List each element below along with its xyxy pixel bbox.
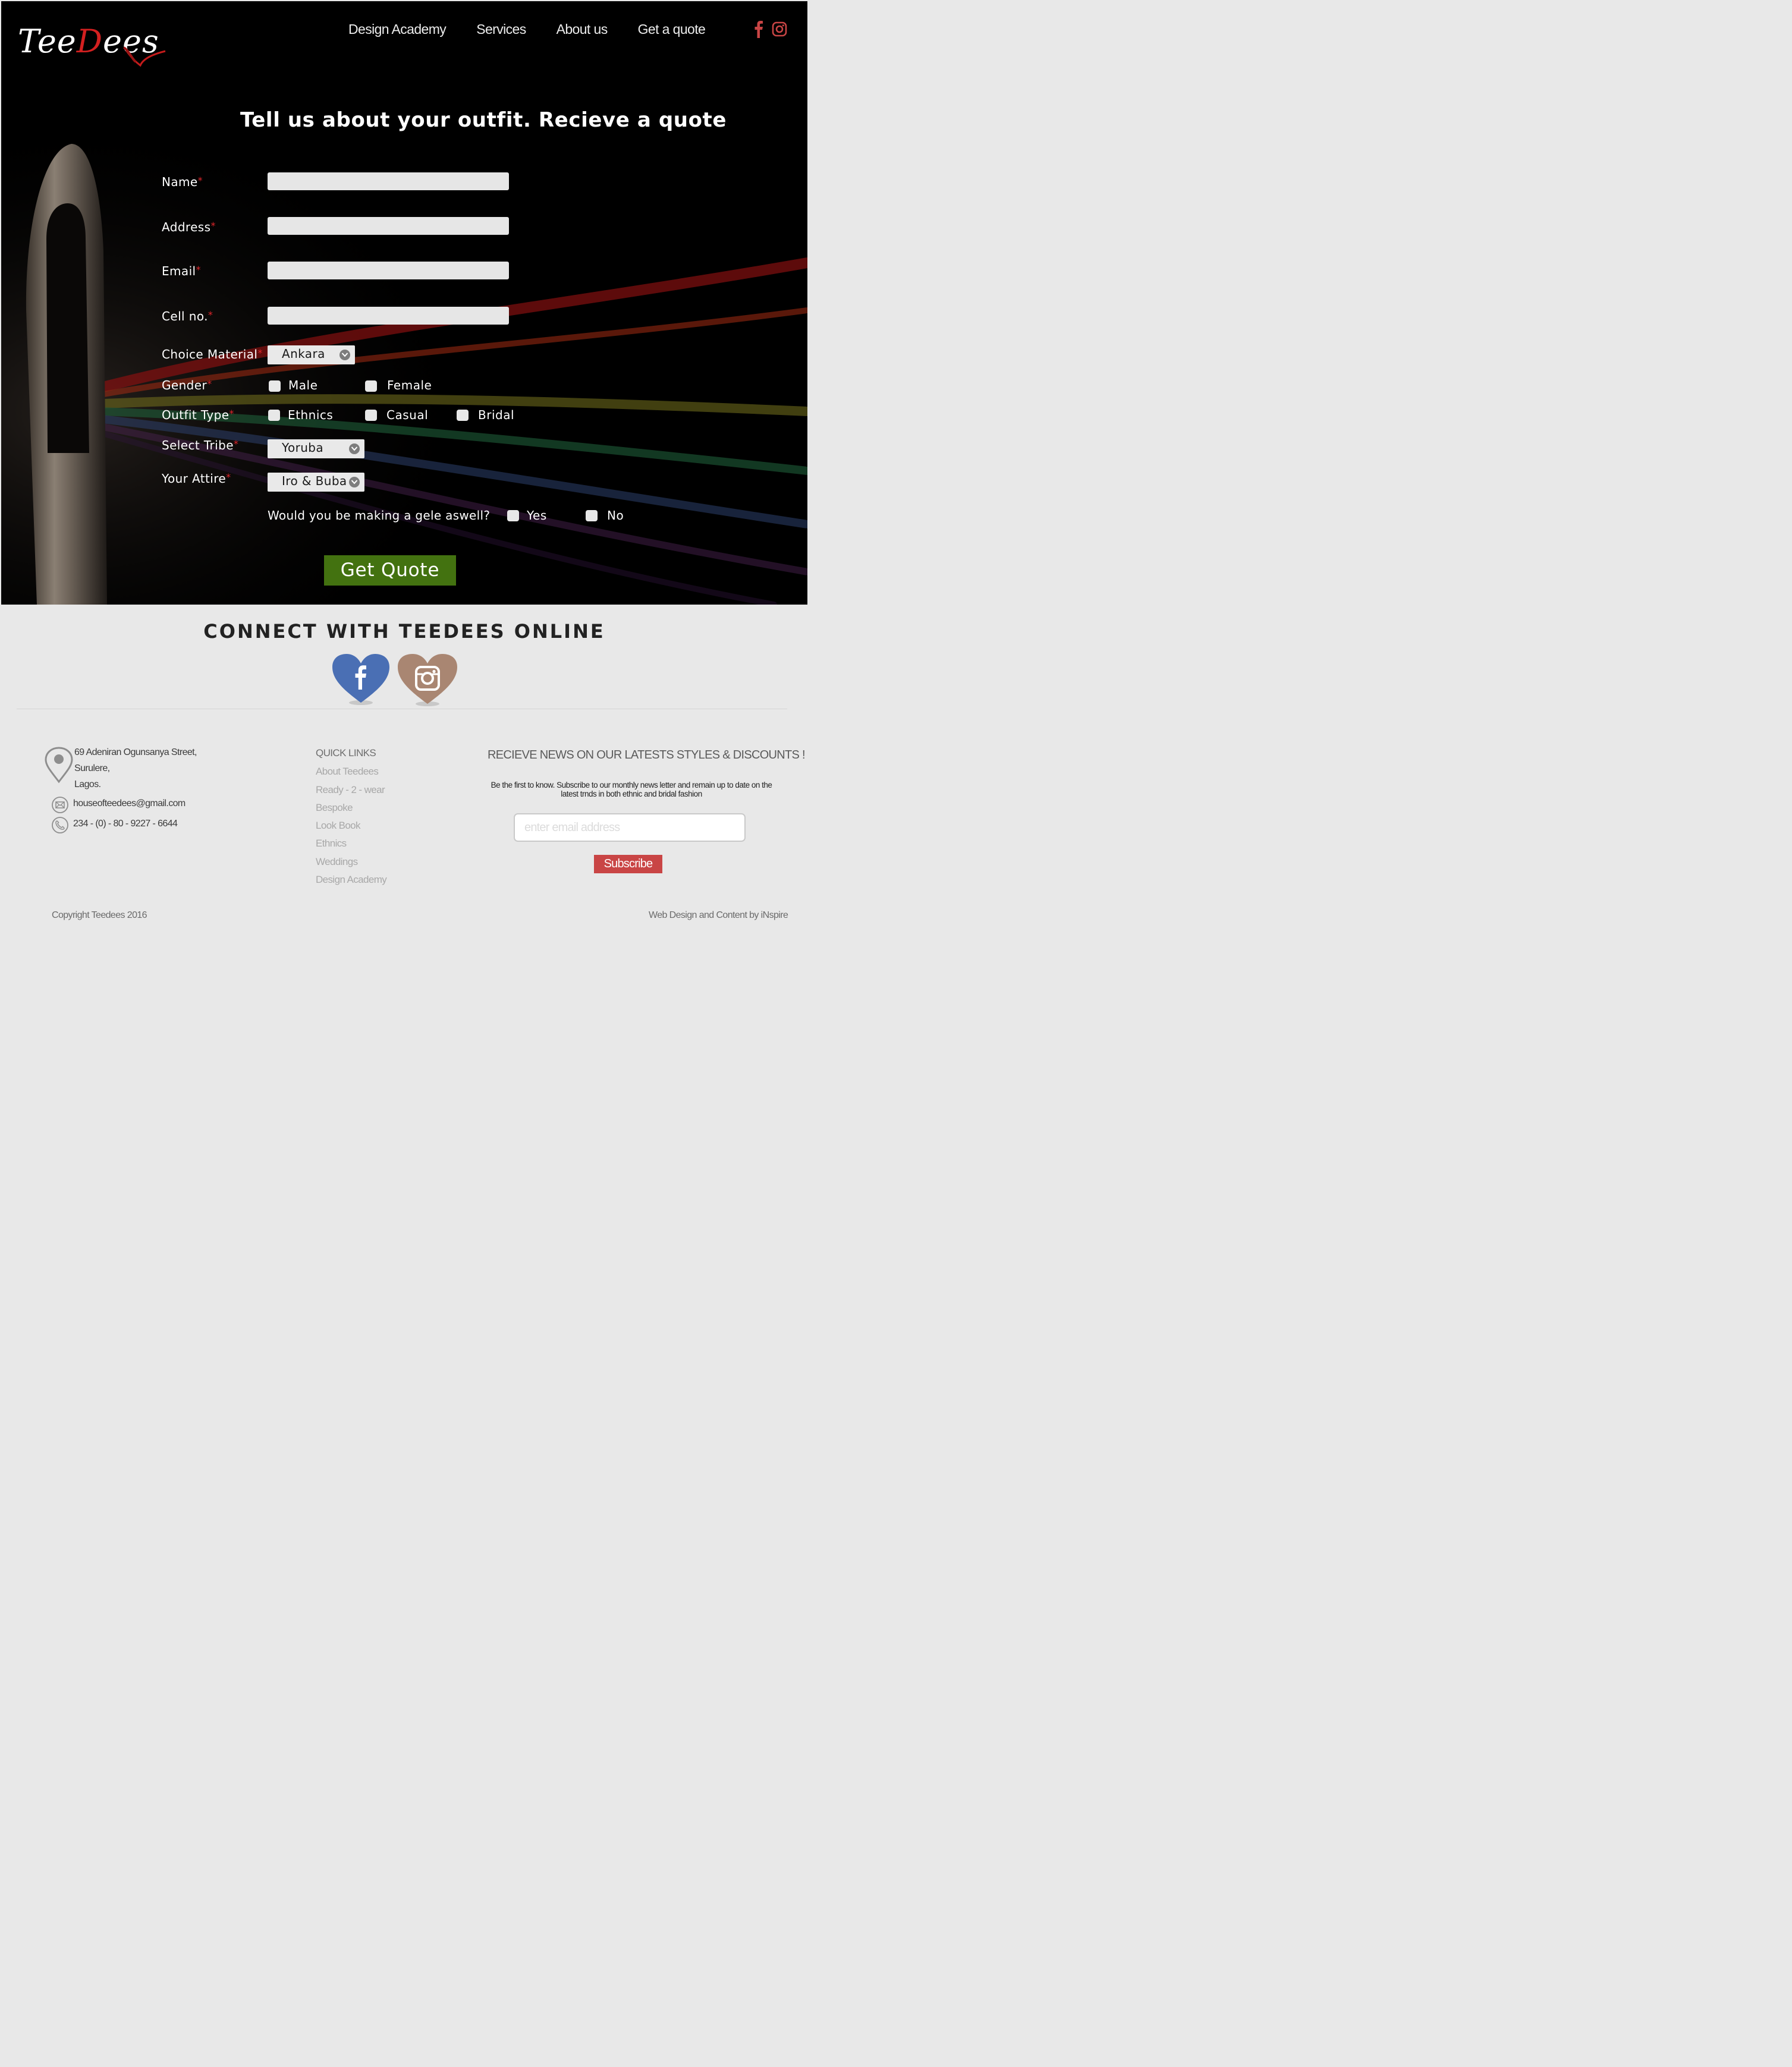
gele-no-label: No [607, 508, 624, 523]
email-input[interactable] [268, 262, 509, 279]
newsletter-title: RECIEVE NEWS ON OUR LATESTS STYLES & DIS… [488, 748, 806, 762]
attire-select-value: Iro & Buba [282, 474, 347, 488]
footer-email[interactable]: houseofteedees@gmail.com [73, 798, 186, 809]
attire-label: Your Attire* [162, 471, 231, 486]
newsletter-email-input[interactable] [515, 814, 744, 841]
outfit-bridal-label: Bridal [478, 408, 515, 422]
email-label: Email* [162, 264, 201, 278]
outfit-casual-label: Casual [386, 408, 429, 422]
gender-male-label: Male [288, 378, 318, 392]
gele-no-checkbox[interactable] [586, 510, 598, 521]
quick-link-look-book[interactable]: Look Book [316, 820, 361, 832]
quick-link-ready-2-wear[interactable]: Ready - 2 - wear [316, 784, 385, 796]
connect-title: CONNECT WITH TEEDEES ONLINE [203, 620, 605, 643]
envelope-icon [51, 796, 69, 816]
name-input[interactable] [268, 172, 509, 190]
cell-label: Cell no.* [162, 309, 213, 323]
gele-yes-checkbox[interactable] [507, 510, 519, 521]
chevron-down-icon [349, 477, 360, 487]
gender-female-checkbox[interactable] [365, 380, 377, 392]
chevron-down-icon [339, 350, 350, 360]
quick-link-weddings[interactable]: Weddings [316, 856, 358, 868]
subscribe-button[interactable]: Subscribe [594, 855, 662, 873]
logo-swoosh-icon [122, 46, 166, 67]
quick-link-design-academy[interactable]: Design Academy [316, 874, 387, 886]
material-label: Choice Material* [162, 347, 263, 361]
instagram-icon[interactable] [772, 21, 787, 39]
gele-question: Would you be making a gele aswell? [268, 508, 491, 523]
instagram-heart-icon[interactable] [397, 653, 458, 710]
phone-icon [51, 816, 69, 836]
outfit-bridal-checkbox[interactable] [457, 410, 469, 421]
newsletter-email-field[interactable] [514, 813, 746, 842]
gender-male-checkbox[interactable] [269, 380, 281, 392]
nav-design-academy[interactable]: Design Academy [348, 21, 447, 37]
tribe-label: Select Tribe* [162, 438, 239, 452]
outfit-type-label: Outfit Type* [162, 408, 234, 422]
name-label: Name* [162, 175, 203, 189]
address-input[interactable] [268, 217, 509, 235]
hero-section: TeeDees Design Academy Services About us… [1, 1, 807, 605]
copyright-text: Copyright Teedees 2016 [52, 910, 147, 920]
quick-links-title: QUICK LINKS [316, 747, 376, 759]
design-credit: Web Design and Content by iNspire [649, 910, 788, 920]
nav-get-a-quote[interactable]: Get a quote [638, 21, 706, 37]
location-pin-icon [44, 747, 74, 786]
main-nav: Design Academy Services About us Get a q… [348, 21, 706, 37]
attire-select[interactable]: Iro & Buba [268, 473, 364, 492]
quick-link-bespoke[interactable]: Bespoke [316, 802, 353, 814]
material-select[interactable]: Ankara [268, 345, 355, 364]
facebook-heart-icon[interactable] [331, 653, 391, 709]
chevron-down-icon [349, 443, 360, 454]
cell-input[interactable] [268, 307, 509, 325]
quick-link-about[interactable]: About Teedees [316, 766, 379, 778]
nav-about-us[interactable]: About us [557, 21, 608, 37]
outfit-ethnics-label: Ethnics [288, 408, 334, 422]
gender-label: Gender* [162, 378, 212, 392]
facebook-icon[interactable] [754, 20, 763, 40]
gele-yes-label: Yes [527, 508, 547, 523]
quick-link-ethnics[interactable]: Ethnics [316, 838, 347, 850]
header-social-links [754, 20, 787, 40]
newsletter-text: Be the first to know. Subscribe to our m… [491, 781, 772, 798]
teedees-logo[interactable]: TeeDees [18, 23, 172, 70]
address-line-2: Surulere, [74, 763, 110, 773]
gender-female-label: Female [387, 378, 432, 392]
address-line-3: Lagos. [74, 779, 101, 789]
outfit-casual-checkbox[interactable] [365, 410, 377, 421]
address-label: Address* [162, 220, 216, 234]
tribe-select[interactable]: Yoruba [268, 439, 364, 458]
nav-services[interactable]: Services [476, 21, 526, 37]
tribe-select-value: Yoruba [282, 441, 324, 455]
address-line-1: 69 Adeniran Ogunsanya Street, [74, 747, 197, 757]
outfit-ethnics-checkbox[interactable] [268, 410, 280, 421]
get-quote-button[interactable]: Get Quote [324, 555, 456, 586]
page-title: Tell us about your outfit. Recieve a quo… [240, 108, 727, 132]
footer-phone: 234 - (0) - 80 - 9227 - 6644 [73, 819, 178, 829]
material-select-value: Ankara [282, 347, 325, 361]
